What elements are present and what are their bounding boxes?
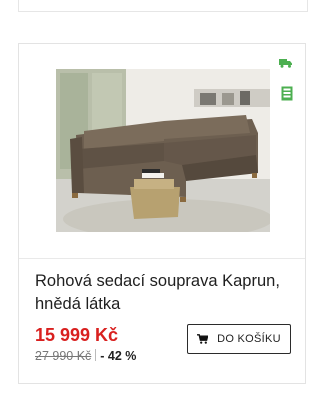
card-divider — [19, 258, 305, 259]
add-to-cart-label: DO KOŠÍKU — [217, 333, 281, 345]
product-title[interactable]: Rohová sedací souprava Kaprun, hnědá lát… — [35, 270, 293, 316]
old-price-row: 27 990 Kč - 42 % — [35, 349, 136, 363]
product-card[interactable]: Rohová sedací souprava Kaprun, hnědá lát… — [18, 43, 306, 384]
current-price: 15 999 Kč — [35, 325, 119, 345]
store-icon — [281, 86, 293, 101]
add-to-cart-button[interactable]: DO KOŠÍKU — [187, 324, 291, 354]
old-price: 27 990 Kč — [35, 349, 92, 363]
previous-product-card — [18, 0, 308, 12]
product-image[interactable] — [56, 69, 270, 232]
truck-icon — [279, 59, 292, 68]
price-separator — [95, 349, 97, 361]
discount-badge: - 42 % — [100, 349, 137, 363]
cart-icon — [197, 334, 209, 344]
